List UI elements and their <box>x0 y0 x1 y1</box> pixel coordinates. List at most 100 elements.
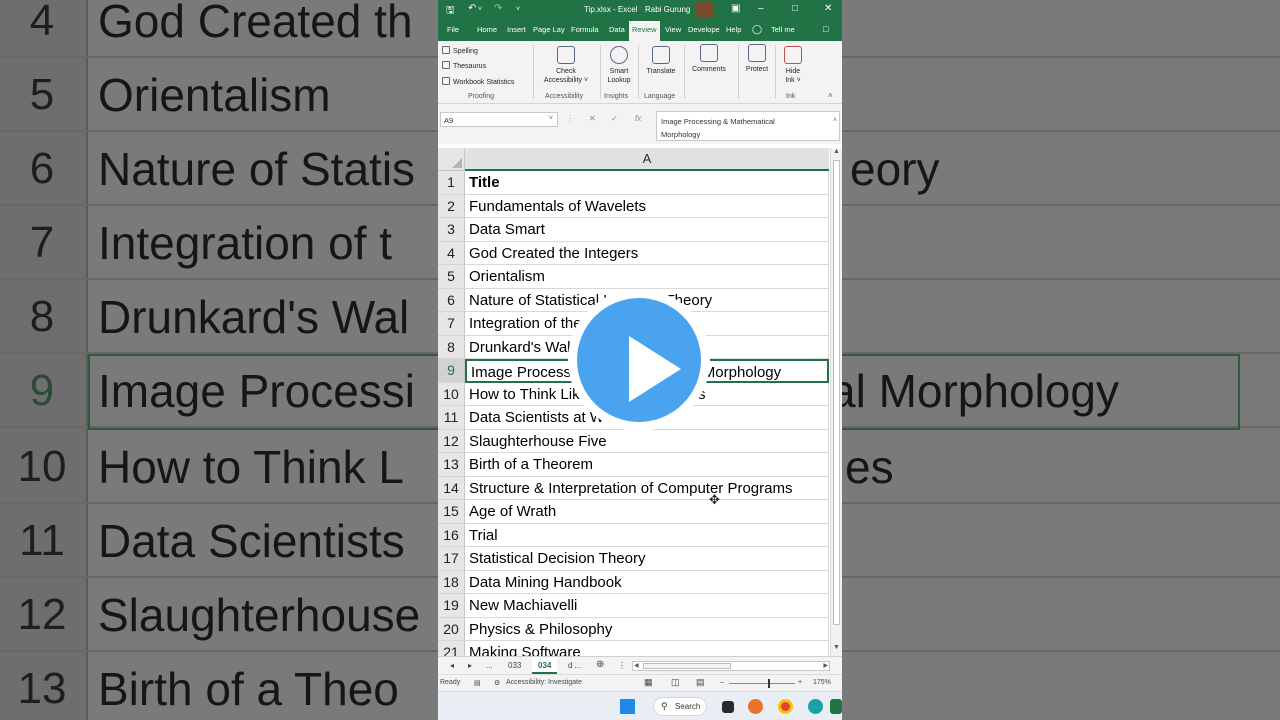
sheet-tab-034[interactable]: 034 <box>532 657 558 674</box>
expand-formula-bar-icon[interactable]: ˄ <box>833 114 837 127</box>
cell-a[interactable]: God Created the Integers <box>465 241 829 265</box>
cell-a[interactable]: Physics & Philosophy <box>465 617 829 641</box>
table-row[interactable]: 16 Trial <box>438 523 830 547</box>
name-box[interactable]: A9 ˅ <box>440 112 558 127</box>
page-layout-view-icon[interactable]: ◫ <box>671 677 680 688</box>
firefox-icon[interactable] <box>748 699 763 714</box>
table-row[interactable]: 21 Making Software <box>438 641 830 656</box>
comments-button[interactable]: Comments <box>686 44 732 74</box>
sheet-tab-033[interactable]: 033 <box>502 657 527 674</box>
scroll-down-icon[interactable]: ▼ <box>833 644 840 651</box>
thesaurus-button[interactable]: Thesaurus <box>442 61 486 70</box>
row-header[interactable]: 15 <box>438 500 465 524</box>
tab-home[interactable]: Home <box>477 25 497 34</box>
row-header[interactable]: 19 <box>438 594 465 618</box>
lightbulb-icon[interactable]: ◯ <box>752 24 762 35</box>
cell-a[interactable]: Making Software <box>465 641 829 656</box>
table-row[interactable]: 19 New Machiavelli <box>438 594 830 618</box>
row-header[interactable]: 11 <box>438 406 465 430</box>
horizontal-scrollbar[interactable]: ◀ ▶ <box>632 661 830 671</box>
customize-qat-icon[interactable]: ˅ <box>516 6 520 13</box>
table-row[interactable]: 3 Data Smart <box>438 218 830 242</box>
zoom-in-icon[interactable]: + <box>798 679 802 686</box>
zoom-level[interactable]: 175% <box>813 679 831 686</box>
tab-page-layout[interactable]: Page Lay <box>533 25 565 34</box>
formula-input[interactable]: Image Processing & Mathematical Morpholo… <box>656 111 840 141</box>
table-row[interactable]: 4 God Created the Integers <box>438 241 830 265</box>
row-header[interactable]: 21 <box>438 641 465 656</box>
table-row[interactable]: 14 Structure & Interpretation of Computer… <box>438 476 830 500</box>
cell-a[interactable]: Structure & Interpretation of Computer P… <box>465 476 829 500</box>
row-header[interactable]: 9 <box>438 359 465 383</box>
tab-formulas[interactable]: Formula <box>571 25 599 34</box>
table-row[interactable]: 5 Orientalism <box>438 265 830 289</box>
windows-icon[interactable] <box>620 699 635 714</box>
cell-a[interactable]: Fundamentals of Wavelets <box>465 194 829 218</box>
excel-taskbar-icon[interactable] <box>830 699 842 714</box>
cell-a[interactable]: New Machiavelli <box>465 594 829 618</box>
row-header[interactable]: 3 <box>438 218 465 242</box>
cell-a[interactable]: Data Mining Handbook <box>465 570 829 594</box>
tab-view[interactable]: View <box>665 25 681 34</box>
row-header[interactable]: 10 <box>438 382 465 406</box>
select-all-corner[interactable] <box>438 148 465 171</box>
row-header[interactable]: 13 <box>438 453 465 477</box>
cell-a[interactable]: Orientalism <box>465 265 829 289</box>
cell-a[interactable]: Birth of a Theorem <box>465 453 829 477</box>
hide-ink-button[interactable]: Hide Ink ˅ <box>778 46 808 85</box>
tab-review[interactable]: Review <box>629 21 660 41</box>
spelling-button[interactable]: Spelling <box>442 46 478 55</box>
edge-icon[interactable] <box>808 699 823 714</box>
translate-button[interactable]: Translate <box>642 46 680 76</box>
row-header[interactable]: 18 <box>438 570 465 594</box>
check-accessibility-button[interactable]: Check Accessibility ˅ <box>538 46 594 85</box>
macro-record-icon[interactable]: ▤ <box>474 679 481 687</box>
name-box-dropdown-icon[interactable]: ˅ <box>549 115 553 122</box>
row-header[interactable]: 12 <box>438 429 465 453</box>
zoom-slider-thumb[interactable] <box>768 679 770 688</box>
row-header[interactable]: 16 <box>438 523 465 547</box>
next-sheet-icon[interactable]: ▸ <box>468 661 472 670</box>
cancel-icon[interactable]: ✕ <box>589 114 596 123</box>
zoom-out-icon[interactable]: – <box>720 679 724 686</box>
taskbar-search[interactable]: ⚲ Search <box>653 697 707 716</box>
more-sheets-left[interactable]: ... <box>486 661 493 670</box>
save-icon[interactable]: 🖫 <box>446 3 455 20</box>
insert-function-icon[interactable]: fx <box>635 114 641 123</box>
row-header[interactable]: 17 <box>438 547 465 571</box>
normal-view-icon[interactable]: ▦ <box>644 677 653 688</box>
play-button[interactable] <box>568 289 710 431</box>
close-icon[interactable]: ✕ <box>824 3 832 14</box>
row-header[interactable]: 20 <box>438 617 465 641</box>
comment-icon[interactable]: □ <box>823 24 828 34</box>
cell-a[interactable]: Age of Wrath <box>465 500 829 524</box>
tab-developer[interactable]: Develope <box>688 25 720 34</box>
row-header[interactable]: 2 <box>438 194 465 218</box>
table-row[interactable]: 12 Slaughterhouse Five <box>438 429 830 453</box>
scroll-right-icon[interactable]: ▶ <box>823 662 828 669</box>
cell-a[interactable]: Title <box>465 171 829 195</box>
avatar[interactable] <box>696 1 713 18</box>
zoom-slider[interactable] <box>729 683 795 684</box>
chrome-icon[interactable] <box>778 699 793 714</box>
table-row[interactable]: 2 Fundamentals of Wavelets <box>438 194 830 218</box>
table-row[interactable]: 1 Title <box>438 171 830 195</box>
scroll-up-icon[interactable]: ▲ <box>833 148 840 155</box>
cell-a[interactable]: Trial <box>465 523 829 547</box>
row-header[interactable]: 14 <box>438 476 465 500</box>
page-break-view-icon[interactable]: ▤ <box>696 677 705 688</box>
row-header[interactable]: 4 <box>438 241 465 265</box>
task-view-icon[interactable] <box>722 701 734 713</box>
table-row[interactable]: 18 Data Mining Handbook <box>438 570 830 594</box>
smart-lookup-button[interactable]: Smart Lookup <box>602 46 636 85</box>
horizontal-scroll-thumb[interactable] <box>643 663 731 669</box>
row-header[interactable]: 6 <box>438 288 465 312</box>
scroll-left-icon[interactable]: ◀ <box>634 662 639 669</box>
table-row[interactable]: 17 Statistical Decision Theory <box>438 547 830 571</box>
tab-help[interactable]: Help <box>726 25 741 34</box>
tab-data[interactable]: Data <box>609 25 625 34</box>
tab-file[interactable]: File <box>447 25 459 34</box>
row-header[interactable]: 1 <box>438 171 465 195</box>
row-header[interactable]: 7 <box>438 312 465 336</box>
minimize-icon[interactable]: – <box>758 3 764 14</box>
